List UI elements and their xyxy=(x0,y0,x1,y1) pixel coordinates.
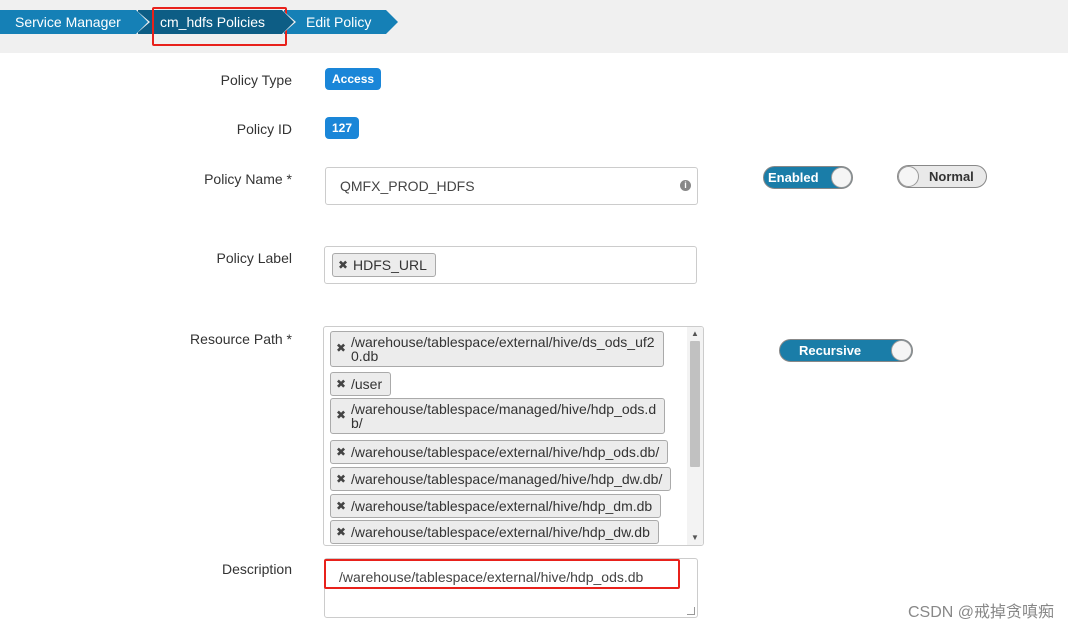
tag-text: /warehouse/tablespace/external/hive/hdp_… xyxy=(351,444,660,460)
recursive-toggle[interactable]: Recursive xyxy=(779,339,913,362)
resource-path-tag: ✖ /user xyxy=(330,372,392,396)
resource-path-tag: ✖ /warehouse/tablespace/external/hive/hd… xyxy=(330,520,659,544)
enabled-toggle-label: Enabled xyxy=(768,170,819,185)
tag-text: /user xyxy=(351,376,383,392)
toggle-knob xyxy=(891,340,912,361)
policy-type-badge: Access xyxy=(325,68,382,90)
resource-path-tag: ✖ /warehouse/tablespace/managed/hive/hdp… xyxy=(330,467,672,491)
normal-toggle[interactable]: Normal xyxy=(897,165,987,188)
tag-text-line1: /warehouse/tablespace/external/hive/ds_o… xyxy=(351,334,655,350)
breadcrumb-policies[interactable]: cm_hdfs Policies xyxy=(138,10,296,34)
scrollbar[interactable]: ▲ ▼ xyxy=(687,327,703,545)
description-value: /warehouse/tablespace/external/hive/hdp_… xyxy=(339,569,644,585)
policy-type-label: Policy Type xyxy=(220,72,292,88)
remove-tag-icon[interactable]: ✖ xyxy=(336,521,346,543)
resource-path-tag: ✖ /warehouse/tablespace/external/hive/hd… xyxy=(330,440,669,464)
policy-id-badge: 127 xyxy=(325,117,360,139)
resize-handle-icon[interactable] xyxy=(687,607,695,615)
resource-path-tag: ✖ /warehouse/tablespace/external/hive/hd… xyxy=(330,494,662,518)
scroll-up-icon[interactable]: ▲ xyxy=(690,329,700,339)
policy-name-input[interactable]: QMFX_PROD_HDFS i xyxy=(325,167,698,205)
scrollbar-thumb[interactable] xyxy=(690,341,700,467)
tag-text-line2: 0.db xyxy=(351,348,379,364)
remove-tag-icon[interactable]: ✖ xyxy=(336,468,346,490)
resource-path-label: Resource Path * xyxy=(190,331,292,347)
remove-tag-icon[interactable]: ✖ xyxy=(336,408,346,422)
resource-path-tag: ✖ /warehouse/tablespace/managed/hive/hdp… xyxy=(330,398,666,434)
toggle-knob xyxy=(898,166,919,187)
info-icon[interactable]: i xyxy=(680,180,691,191)
tag-text: /warehouse/tablespace/managed/hive/hdp_d… xyxy=(351,471,663,487)
resource-path-input[interactable]: ✖ /warehouse/tablespace/external/hive/ds… xyxy=(323,326,704,546)
breadcrumb-label: cm_hdfs Policies xyxy=(160,14,266,30)
tag-text: /warehouse/tablespace/external/hive/hdp_… xyxy=(351,524,650,540)
enabled-toggle[interactable]: Enabled xyxy=(763,166,853,189)
policy-id-label: Policy ID xyxy=(236,121,292,137)
policy-name-label: Policy Name * xyxy=(204,171,292,187)
normal-toggle-label: Normal xyxy=(929,169,974,184)
policy-label-input[interactable]: ✖ HDFS_URL xyxy=(324,246,697,284)
breadcrumb-service-manager[interactable]: Service Manager xyxy=(0,10,150,34)
policy-label-label: Policy Label xyxy=(216,250,293,266)
tag-text: /warehouse/tablespace/external/hive/hdp_… xyxy=(351,498,653,514)
breadcrumb-label: Service Manager xyxy=(15,14,121,30)
description-textarea[interactable]: /warehouse/tablespace/external/hive/hdp_… xyxy=(324,558,698,618)
breadcrumb-label: Edit Policy xyxy=(306,14,372,30)
remove-tag-icon[interactable]: ✖ xyxy=(338,254,348,276)
breadcrumb-edit-policy[interactable]: Edit Policy xyxy=(284,10,398,34)
description-label: Description xyxy=(221,561,292,577)
resource-path-tag: ✖ /warehouse/tablespace/external/hive/ds… xyxy=(330,331,664,367)
remove-tag-icon[interactable]: ✖ xyxy=(336,341,346,355)
scroll-down-icon[interactable]: ▼ xyxy=(690,533,700,543)
remove-tag-icon[interactable]: ✖ xyxy=(336,441,346,463)
policy-label-tag: ✖ HDFS_URL xyxy=(332,253,436,277)
policy-name-value: QMFX_PROD_HDFS xyxy=(340,178,475,194)
recursive-toggle-label: Recursive xyxy=(799,343,862,358)
remove-tag-icon[interactable]: ✖ xyxy=(336,373,346,395)
remove-tag-icon[interactable]: ✖ xyxy=(336,495,346,517)
breadcrumb: Service Manager cm_hdfs Policies Edit Po… xyxy=(0,0,1068,53)
toggle-knob xyxy=(831,167,852,188)
tag-text-line2: b/ xyxy=(351,415,363,431)
tag-text: HDFS_URL xyxy=(353,257,427,273)
watermark: CSDN @戒掉贪嗔痴 xyxy=(907,604,1054,621)
tag-text-line1: /warehouse/tablespace/managed/hive/hdp_o… xyxy=(351,401,657,417)
